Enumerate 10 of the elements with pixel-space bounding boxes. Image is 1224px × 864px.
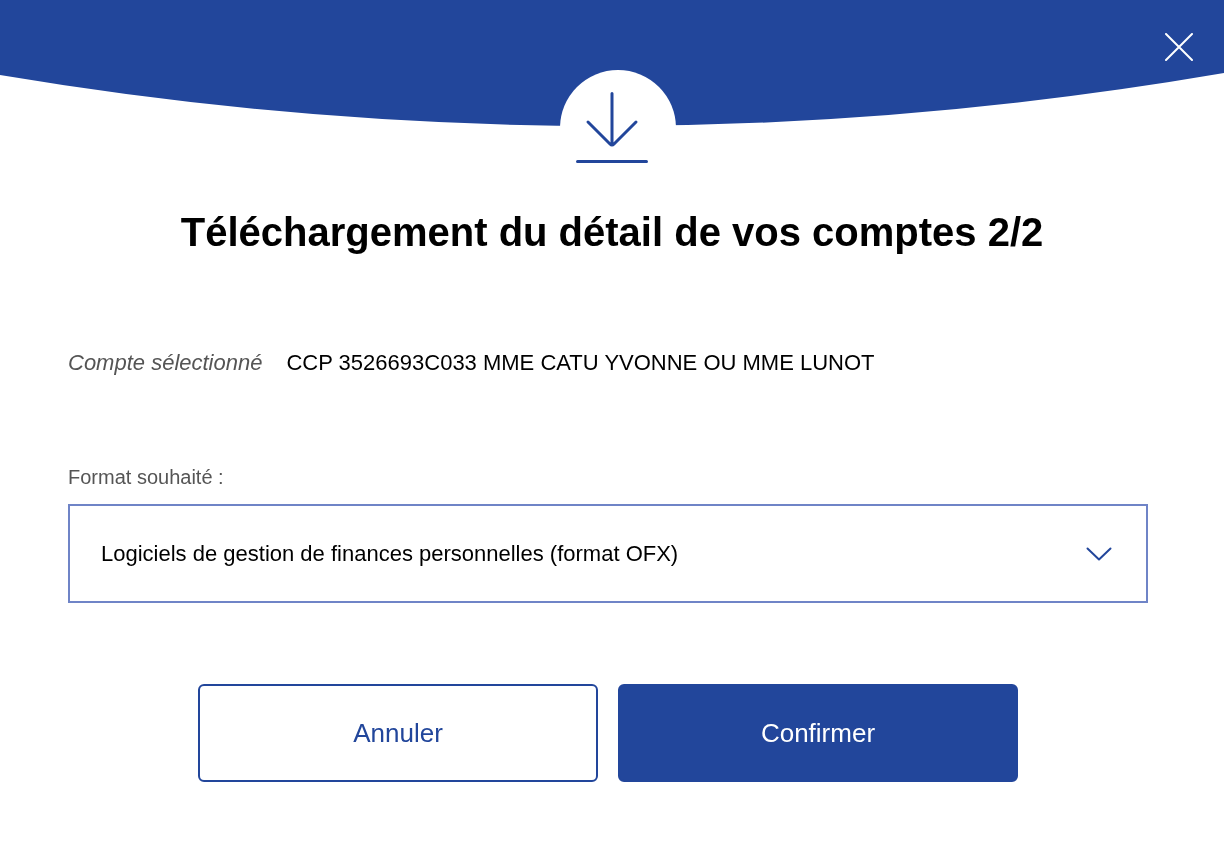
close-icon xyxy=(1165,33,1193,61)
chevron-down-icon xyxy=(1086,546,1112,561)
format-select[interactable]: Logiciels de gestion de finances personnelles (format OFX) xyxy=(68,504,1148,603)
format-label: Format souhaité : xyxy=(68,465,224,490)
dialog-title: Téléchargement du détail de vos comptes 2/2 xyxy=(179,209,1045,256)
download-icon xyxy=(576,92,648,164)
account-label: Compte sélectionné xyxy=(68,349,263,377)
account-value: CCP 3526693C033 MME CATU YVONNE OU MME LUNOT xyxy=(286,349,875,377)
cancel-button[interactable]: Annuler xyxy=(198,684,598,782)
confirm-button[interactable]: Confirmer xyxy=(618,684,1018,782)
